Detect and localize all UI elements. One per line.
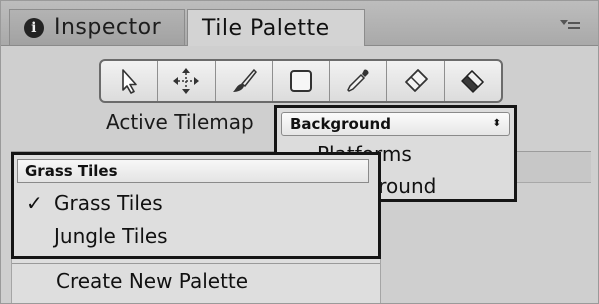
menu-item-jungle-tiles[interactable]: Jungle Tiles: [54, 224, 168, 248]
move-icon: [173, 68, 200, 94]
updown-arrow-icon: ⬍: [492, 118, 501, 129]
tile-tools-toolbar: [99, 59, 503, 103]
tab-inspector-label: Inspector: [54, 15, 162, 40]
menu-item-grass-tiles[interactable]: Grass Tiles: [54, 191, 163, 215]
tab-options-menu-icon[interactable]: [560, 19, 588, 31]
tile-palette-window: i Inspector Tile Palette Active Tilemap …: [0, 0, 599, 304]
info-icon: i: [24, 17, 44, 38]
palette-menu-lower: Create New Palette: [11, 259, 381, 303]
move-tool-button[interactable]: [158, 61, 216, 101]
tab-bar: i Inspector Tile Palette: [1, 1, 598, 46]
paint-brush-tool-button[interactable]: [216, 61, 273, 101]
checkmark-icon: ✓: [26, 191, 43, 215]
tab-inspector[interactable]: i Inspector: [9, 9, 185, 45]
eyedropper-icon: [347, 69, 369, 92]
box-fill-tool-button[interactable]: [273, 61, 331, 101]
select-icon: [122, 69, 137, 94]
tab-tile-palette-label: Tile Palette: [202, 15, 330, 41]
palette-select[interactable]: Grass Tiles: [17, 159, 369, 183]
select-tool-button[interactable]: [101, 61, 159, 101]
flood-fill-tool-button[interactable]: [445, 61, 501, 101]
eraser-icon: [404, 69, 428, 92]
eyedropper-tool-button[interactable]: [330, 61, 388, 101]
menu-separator: [12, 263, 380, 264]
menu-item-create-new-palette[interactable]: Create New Palette: [56, 269, 248, 293]
active-tilemap-select[interactable]: Background ⬍: [281, 112, 510, 136]
eraser-tool-button[interactable]: [387, 61, 445, 101]
palette-dropdown: Grass Tiles ✓ Grass Tiles Jungle Tiles: [11, 152, 381, 259]
active-tilemap-selected: Background: [290, 115, 391, 133]
active-tilemap-label: Active Tilemap: [106, 110, 254, 134]
palette-selected: Grass Tiles: [25, 162, 118, 180]
tab-tile-palette[interactable]: Tile Palette: [187, 9, 365, 46]
flood-fill-icon: [461, 70, 484, 93]
box-fill-icon: [289, 70, 312, 92]
paint-brush-icon: [232, 68, 257, 92]
